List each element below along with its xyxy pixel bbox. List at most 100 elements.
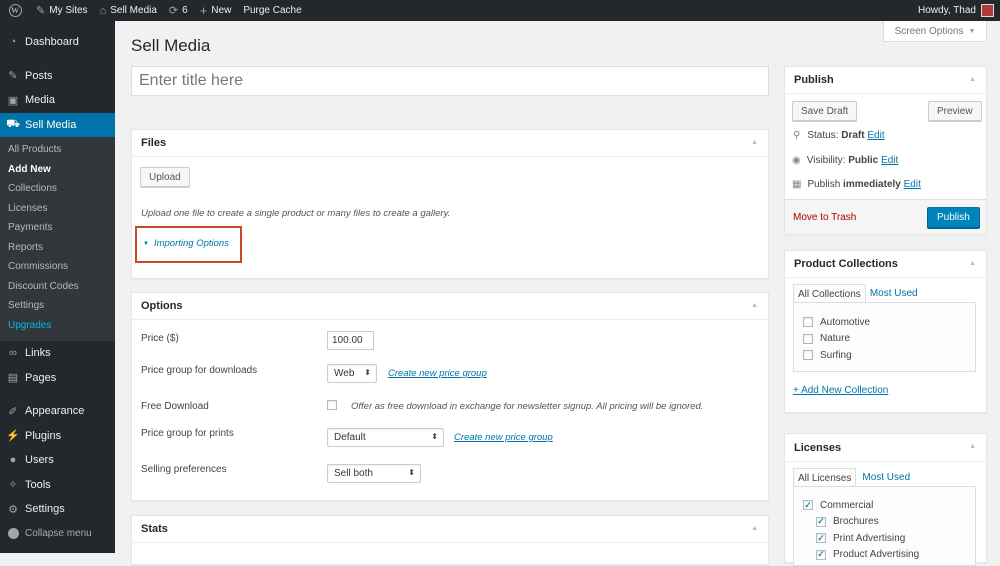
stats-metabox-header[interactable]: Stats ▲ bbox=[132, 516, 768, 543]
collapse-triangle-icon[interactable]: ▲ bbox=[969, 260, 976, 267]
list-item[interactable]: ✓ Print Advertising bbox=[803, 530, 975, 547]
media-icon: ▣ bbox=[7, 94, 19, 107]
sidebar-item-dashboard[interactable]: ◔ Dashboard bbox=[0, 30, 115, 55]
sidebar-item-label: Pages bbox=[25, 371, 57, 384]
sidebar-item-sell-media[interactable]: ⛟ Sell Media bbox=[0, 112, 115, 137]
settings-icon: ⚙ bbox=[8, 503, 18, 516]
price-input[interactable] bbox=[327, 331, 374, 350]
publish-metabox-title: Publish bbox=[794, 74, 834, 86]
collapse-triangle-icon[interactable]: ▲ bbox=[969, 443, 976, 450]
price-group-downloads-select[interactable]: Web ⬍ bbox=[327, 364, 377, 383]
license-label: Print Advertising bbox=[833, 532, 906, 544]
publish-edit-link[interactable]: Edit bbox=[904, 179, 921, 190]
refresh-icon: ⟳ bbox=[168, 5, 179, 17]
sidebar-item-settings[interactable]: ⚙ Settings bbox=[0, 497, 115, 522]
post-title-input[interactable] bbox=[131, 66, 769, 96]
new-content-menu[interactable]: + New bbox=[194, 0, 238, 21]
list-item[interactable]: ✓ Brochures bbox=[803, 514, 975, 531]
license-checkbox-checked[interactable]: ✓ bbox=[816, 549, 826, 560]
product-collections-metabox-header[interactable]: Product Collections ▲ bbox=[785, 251, 986, 278]
options-metabox-header[interactable]: Options ▲ bbox=[132, 293, 768, 320]
submenu-item-upgrades[interactable]: Upgrades bbox=[0, 316, 115, 336]
importing-options-toggle[interactable]: ▼ Importing Options bbox=[143, 238, 229, 249]
sidebar-item-links[interactable]: ∞ Links bbox=[0, 341, 115, 366]
list-item[interactable]: Surfing bbox=[803, 347, 975, 364]
collection-checkbox[interactable] bbox=[803, 350, 813, 361]
my-sites-menu[interactable]: ✎ My Sites bbox=[30, 0, 94, 21]
visibility-edit-link[interactable]: Edit bbox=[881, 155, 898, 166]
collapse-triangle-icon[interactable]: ▲ bbox=[751, 302, 758, 309]
license-label: Commercial bbox=[820, 499, 874, 511]
admin-bar: W ✎ My Sites ⌂ Sell Media ⟳ 6 + New Purg… bbox=[0, 0, 1000, 21]
selling-preferences-select[interactable]: Sell both ⬍ bbox=[327, 464, 421, 483]
submenu-item-licenses[interactable]: Licenses bbox=[0, 199, 115, 219]
sidebar-item-pages[interactable]: ▤ Pages bbox=[0, 366, 115, 391]
status-row: ⚲ Status: Draft Edit bbox=[793, 130, 885, 141]
options-metabox: Options ▲ Price ($) Price group for down… bbox=[131, 292, 769, 501]
list-item[interactable]: ✓ Product Advertising bbox=[803, 547, 975, 564]
submenu-item-payments[interactable]: Payments bbox=[0, 218, 115, 238]
sidebar-item-plugins[interactable]: ⚡ Plugins bbox=[0, 424, 115, 449]
purge-cache-menu[interactable]: Purge Cache bbox=[237, 0, 307, 21]
eye-icon: ◉ bbox=[792, 155, 801, 166]
create-price-group-link[interactable]: Create new price group bbox=[388, 368, 487, 379]
files-metabox-title: Files bbox=[141, 137, 167, 149]
list-item[interactable]: Nature bbox=[803, 331, 975, 348]
screen-options-button[interactable]: Screen Options ▼ bbox=[883, 21, 987, 42]
free-download-checkbox[interactable] bbox=[327, 400, 337, 410]
license-checkbox-checked[interactable]: ✓ bbox=[816, 516, 826, 527]
submenu-item-commissions[interactable]: Commissions bbox=[0, 257, 115, 277]
licenses-metabox-header[interactable]: Licenses ▲ bbox=[785, 434, 986, 462]
sidebar-item-posts[interactable]: ✎ Posts bbox=[0, 64, 115, 89]
files-metabox-header[interactable]: Files ▲ bbox=[132, 130, 768, 157]
submenu-item-settings[interactable]: Settings bbox=[0, 296, 115, 316]
sidebar-item-label: Dashboard bbox=[25, 36, 79, 49]
updates-menu[interactable]: ⟳ 6 bbox=[163, 0, 194, 21]
create-print-price-group-link[interactable]: Create new price group bbox=[454, 432, 553, 443]
license-checkbox-checked[interactable]: ✓ bbox=[803, 500, 813, 511]
collection-checkbox[interactable] bbox=[803, 317, 813, 328]
dashboard-icon: ◔ bbox=[9, 36, 17, 49]
license-checkbox-checked[interactable]: ✓ bbox=[816, 533, 826, 544]
submenu-item-reports[interactable]: Reports bbox=[0, 238, 115, 258]
price-group-prints-select[interactable]: Default ⬍ bbox=[327, 428, 444, 447]
sidebar-item-users[interactable]: ● Users bbox=[0, 448, 115, 473]
publish-label: Publish bbox=[807, 179, 841, 190]
publish-button[interactable]: Publish bbox=[927, 207, 980, 228]
save-draft-button[interactable]: Save Draft bbox=[792, 101, 858, 121]
calendar-icon: ▦ bbox=[792, 179, 802, 190]
preview-button[interactable]: Preview bbox=[928, 101, 982, 121]
submenu-item-discount-codes[interactable]: Discount Codes bbox=[0, 277, 115, 297]
collapse-menu-button[interactable]: Collapse menu bbox=[0, 522, 115, 546]
visibility-row: ◉ Visibility: Public Edit bbox=[792, 155, 898, 166]
site-name-menu[interactable]: ⌂ Sell Media bbox=[94, 0, 163, 21]
collapse-triangle-icon[interactable]: ▲ bbox=[969, 76, 976, 83]
sidebar-item-label: Sell Media bbox=[25, 118, 77, 131]
collapse-triangle-icon[interactable]: ▲ bbox=[751, 525, 758, 532]
collapse-icon bbox=[8, 528, 19, 539]
submenu-item-add-new[interactable]: Add New bbox=[0, 160, 115, 180]
submenu-item-all-products[interactable]: All Products bbox=[0, 140, 115, 160]
collapse-triangle-icon[interactable]: ▲ bbox=[751, 139, 758, 146]
submenu-item-collections[interactable]: Collections bbox=[0, 179, 115, 199]
list-item[interactable]: ✓ Commercial bbox=[803, 497, 975, 514]
sidebar-item-tools[interactable]: ✧ Tools bbox=[0, 473, 115, 498]
upload-button[interactable]: Upload bbox=[140, 167, 190, 187]
howdy-label: Howdy, Thad bbox=[918, 5, 976, 16]
publish-metabox-header[interactable]: Publish ▲ bbox=[785, 67, 986, 94]
sidebar-item-media[interactable]: ▣ Media bbox=[0, 88, 115, 113]
move-to-trash-link[interactable]: Move to Trash bbox=[793, 212, 856, 223]
wordpress-logo-icon[interactable]: W bbox=[0, 0, 30, 21]
my-account-menu[interactable]: Howdy, Thad bbox=[918, 4, 1000, 17]
list-item[interactable]: Automotive bbox=[803, 314, 975, 331]
sidebar-item-appearance[interactable]: ✐ Appearance bbox=[0, 399, 115, 424]
sidebar-item-label: Links bbox=[25, 347, 51, 360]
visibility-value: Public bbox=[848, 155, 879, 166]
screen-options-label: Screen Options bbox=[894, 25, 964, 37]
publish-metabox: Publish ▲ Save Draft Preview ⚲ Status: D… bbox=[784, 66, 987, 235]
license-label: Brochures bbox=[833, 516, 879, 528]
add-new-collection-link[interactable]: + Add New Collection bbox=[793, 385, 888, 396]
status-edit-link[interactable]: Edit bbox=[867, 130, 884, 141]
collection-checkbox[interactable] bbox=[803, 333, 813, 344]
product-collections-metabox: Product Collections ▲ All Collections Mo… bbox=[784, 250, 987, 413]
